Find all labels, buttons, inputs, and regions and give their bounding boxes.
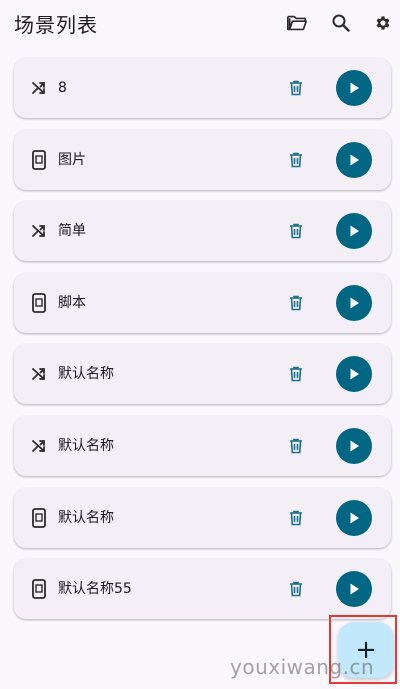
- app-bar: 场景列表: [0, 0, 400, 46]
- play-button[interactable]: [336, 356, 372, 393]
- trash-icon[interactable]: [285, 292, 307, 314]
- trash-icon[interactable]: [285, 77, 307, 99]
- play-button[interactable]: [336, 141, 372, 178]
- play-button[interactable]: [336, 70, 372, 106]
- scene-name: 简单: [58, 223, 86, 240]
- phone-icon: [28, 292, 50, 314]
- shuffle-icon: [28, 435, 50, 457]
- scene-card[interactable]: 默认名称55: [14, 559, 391, 620]
- trash-icon[interactable]: [285, 507, 307, 529]
- scene-name: 默认名称: [58, 437, 114, 454]
- trash-icon[interactable]: [285, 363, 307, 385]
- phone-icon: [28, 507, 50, 529]
- scene-name: 默认名称: [58, 366, 114, 383]
- scene-name: 默认名称55: [58, 581, 132, 598]
- scene-card[interactable]: 简单: [14, 201, 391, 262]
- trash-icon[interactable]: [285, 220, 307, 242]
- phone-icon: [28, 149, 50, 171]
- scene-name: 脚本: [58, 294, 86, 311]
- scene-name: 默认名称: [58, 509, 114, 526]
- scene-card[interactable]: 图片: [14, 129, 391, 190]
- play-icon: [350, 154, 359, 166]
- scene-list: 8 图片 简单 脚本 默认名称 默认名称 默认名称 默认名称55: [14, 58, 391, 631]
- trash-icon[interactable]: [285, 435, 307, 457]
- page-title: 场景列表: [14, 13, 98, 37]
- play-icon: [350, 583, 359, 595]
- folder-open-icon[interactable]: [285, 11, 309, 35]
- play-button[interactable]: [336, 499, 372, 536]
- play-icon: [350, 297, 359, 309]
- play-button[interactable]: [336, 284, 372, 321]
- scene-card[interactable]: 脚本: [14, 272, 391, 333]
- play-button[interactable]: [336, 213, 372, 250]
- trash-icon[interactable]: [285, 149, 307, 171]
- watermark: youxiwang.cn: [230, 655, 375, 679]
- play-icon: [350, 440, 359, 452]
- trash-icon[interactable]: [285, 578, 307, 600]
- scene-card[interactable]: 8: [14, 58, 391, 118]
- play-icon: [350, 368, 359, 380]
- search-icon[interactable]: [329, 11, 353, 35]
- play-button[interactable]: [336, 427, 372, 464]
- shuffle-icon: [28, 363, 50, 385]
- phone-icon: [28, 578, 50, 600]
- gear-icon[interactable]: [371, 11, 395, 35]
- scene-name: 8: [58, 80, 67, 96]
- play-icon: [350, 512, 359, 524]
- scene-card[interactable]: 默认名称: [14, 344, 391, 405]
- scene-card[interactable]: 默认名称: [14, 487, 391, 548]
- shuffle-icon: [28, 220, 50, 242]
- shuffle-icon: [28, 77, 50, 99]
- play-icon: [350, 82, 359, 94]
- scene-name: 图片: [58, 151, 86, 168]
- play-button[interactable]: [336, 571, 372, 608]
- play-icon: [350, 225, 359, 237]
- scene-card[interactable]: 默认名称: [14, 415, 391, 476]
